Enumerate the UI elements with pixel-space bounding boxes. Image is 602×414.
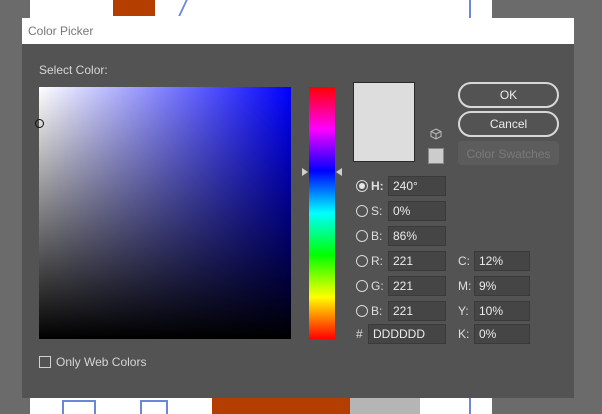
blue-row: B: 221 [354,301,449,321]
green-input[interactable]: 221 [388,276,446,296]
brightness-input[interactable]: 86% [388,226,446,246]
artwork-path [140,400,168,414]
saturation-input[interactable]: 0% [388,201,446,221]
red-label: R: [371,254,383,268]
current-color-swatch [353,82,415,162]
yellow-label: Y: [458,304,469,318]
saturation-label: S: [371,204,383,218]
only-web-colors-checkbox[interactable] [39,356,51,368]
hue-slider-handle-left[interactable] [302,168,308,176]
red-radio[interactable] [356,255,368,267]
ok-button[interactable]: OK [458,82,559,108]
blue-label: B: [371,304,383,318]
cyan-input[interactable]: 12% [474,251,530,271]
select-color-label: Select Color: [39,63,108,77]
red-row: R: 221 [354,251,449,271]
websafe-color-swatch[interactable] [428,148,444,164]
only-web-colors-label[interactable]: Only Web Colors [56,355,146,369]
hue-slider-handle-right[interactable] [336,168,342,176]
artwork-path [62,400,96,414]
brightness-label: B: [371,229,383,243]
red-input[interactable]: 221 [388,251,446,271]
hue-input[interactable]: 240° [388,176,446,196]
black-input[interactable]: 0% [474,324,530,344]
magenta-input[interactable]: 9% [474,276,530,296]
cube-icon[interactable] [430,128,442,140]
artwork-shape [350,398,420,414]
color-swatches-button[interactable]: Color Swatches [458,141,559,165]
brightness-radio[interactable] [356,230,368,242]
saturation-row: S: 0% [354,201,449,221]
cyan-label: C: [458,254,470,268]
green-row: G: 221 [354,276,449,296]
color-cursor[interactable] [35,119,44,128]
saturation-radio[interactable] [356,205,368,217]
magenta-label: M: [458,279,472,293]
yellow-input[interactable]: 10% [474,301,530,321]
hue-row: H: 240° [354,176,449,196]
hue-slider[interactable] [309,87,335,339]
dialog-title[interactable]: Color Picker [22,18,574,44]
hue-label: H: [371,179,384,193]
cancel-button[interactable]: Cancel [458,111,559,137]
magenta-row: M: 9% [456,276,532,296]
workspace-background [574,18,602,398]
hex-input[interactable]: DDDDDD [368,324,446,344]
saturation-brightness-field[interactable] [35,87,291,339]
color-picker-dialog: Color Picker Select Color: OK Cancel Col… [22,18,574,398]
artwork-shape [113,0,155,16]
black-row: K: 0% [456,324,532,344]
artwork-shape [212,398,362,414]
hex-row: # DDDDDD [354,324,449,344]
blue-input[interactable]: 221 [388,301,446,321]
green-radio[interactable] [356,280,368,292]
green-label: G: [371,279,384,293]
brightness-row: B: 86% [354,226,449,246]
cyan-row: C: 12% [456,251,532,271]
blue-radio[interactable] [356,305,368,317]
black-label: K: [458,327,470,341]
hue-radio[interactable] [356,180,368,192]
yellow-row: Y: 10% [456,301,532,321]
hex-label: # [356,327,363,341]
